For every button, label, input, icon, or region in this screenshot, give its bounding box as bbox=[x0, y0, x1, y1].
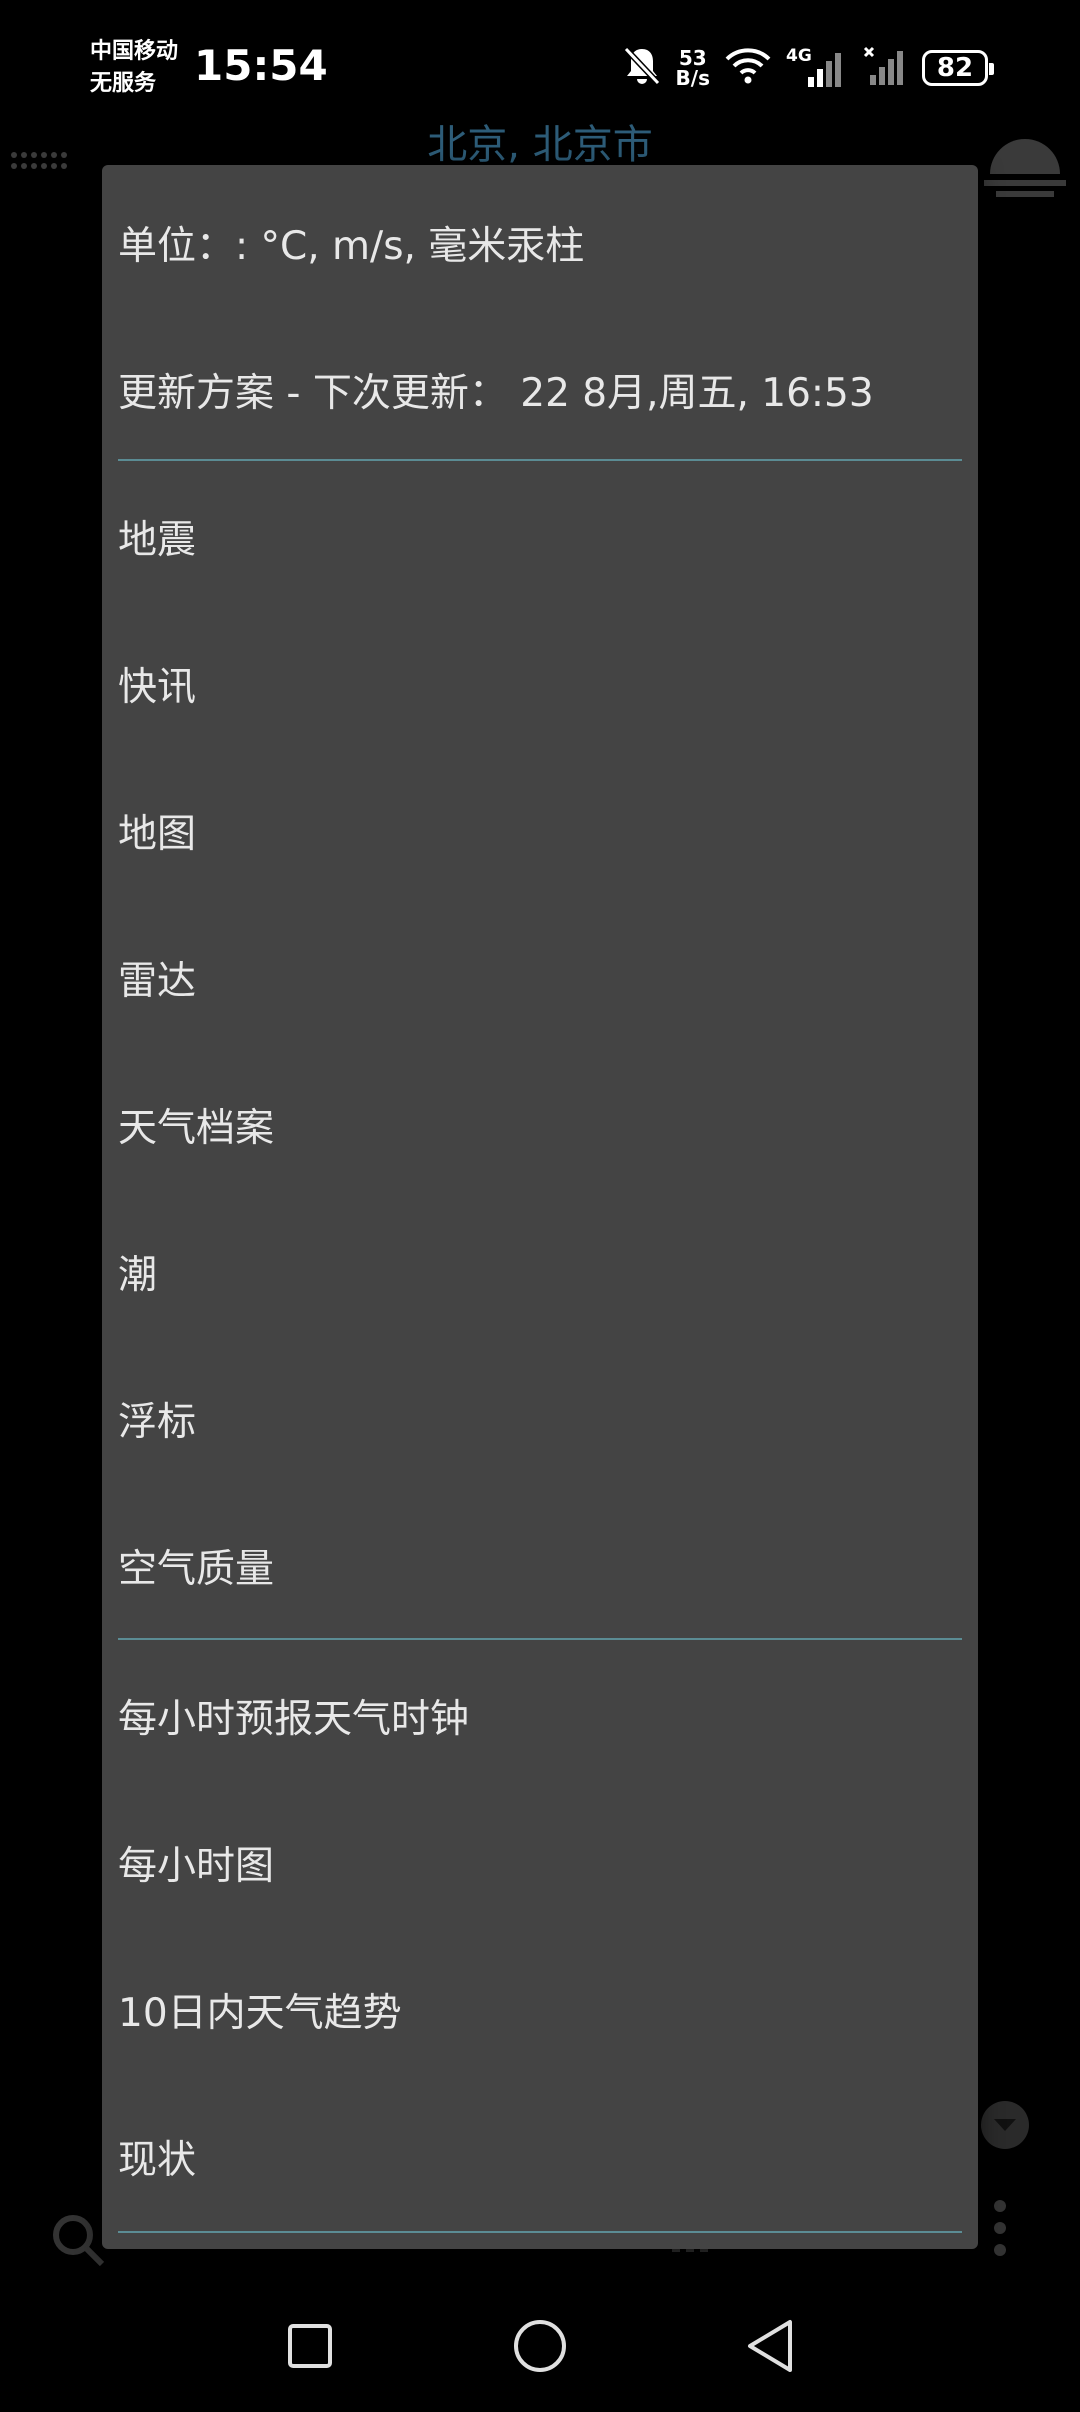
battery-level: 82 bbox=[936, 53, 974, 83]
status-icons: 53 B/s 4G 82 bbox=[622, 44, 994, 92]
location-title: 北京, 北京市 bbox=[427, 122, 653, 168]
menu-divider bbox=[118, 1638, 962, 1640]
net-speed: 53 B/s bbox=[676, 48, 710, 88]
menu-item-units[interactable]: 单位：: °C, m/s, 毫米汞柱 bbox=[102, 169, 978, 316]
menu-item-current-conditions[interactable]: 现状 bbox=[102, 2083, 978, 2230]
recents-square-icon[interactable] bbox=[270, 2306, 350, 2386]
menu-item-10day-trend[interactable]: 10日内天气趋势 bbox=[102, 1936, 978, 2083]
menu-item-earthquake[interactable]: 地震 bbox=[102, 463, 978, 610]
search-icon[interactable] bbox=[48, 2210, 108, 2274]
signal-4g-icon: 4G bbox=[786, 47, 848, 89]
bell-muted-icon bbox=[622, 45, 662, 91]
menu-item-radar[interactable]: 雷达 bbox=[102, 904, 978, 1051]
battery-icon: 82 bbox=[922, 50, 994, 86]
menu-divider bbox=[118, 459, 962, 461]
carrier-info: 中国移动 无服务 bbox=[90, 36, 178, 100]
net-speed-value: 53 bbox=[678, 46, 707, 70]
menu-item-buoys[interactable]: 浮标 bbox=[102, 1345, 978, 1492]
carrier-status: 无服务 bbox=[90, 71, 157, 96]
wifi-icon bbox=[724, 47, 772, 89]
status-bar: 中国移动 无服务 15:54 53 B/s 4G 82 bbox=[0, 0, 1080, 130]
status-clock: 15:54 bbox=[194, 41, 328, 90]
home-circle-icon[interactable] bbox=[500, 2306, 580, 2386]
more-vertical-icon[interactable] bbox=[988, 2196, 1012, 2264]
back-triangle-icon[interactable] bbox=[730, 2306, 810, 2386]
menu-item-map[interactable]: 地图 bbox=[102, 757, 978, 904]
sunset-icon[interactable] bbox=[982, 128, 1068, 208]
menu-item-air-quality[interactable]: 空气质量 bbox=[102, 1492, 978, 1639]
menu-item-update-schedule[interactable]: 更新方案 - 下次更新： 22 8月,周五, 16:53 bbox=[102, 316, 978, 463]
navigation-bar bbox=[0, 2280, 1080, 2412]
carrier-name: 中国移动 bbox=[90, 39, 179, 64]
net-speed-unit: B/s bbox=[675, 66, 710, 90]
overflow-menu: 单位：: °C, m/s, 毫米汞柱 更新方案 - 下次更新： 22 8月,周五… bbox=[102, 165, 978, 2249]
menu-item-hourly-chart[interactable]: 每小时图 bbox=[102, 1789, 978, 1936]
signal-no-service-icon bbox=[862, 45, 908, 91]
menu-item-hourly-clock[interactable]: 每小时预报天气时钟 bbox=[102, 1642, 978, 1789]
expand-chevron-icon[interactable] bbox=[980, 2100, 1030, 2154]
menu-item-weather-archive[interactable]: 天气档案 bbox=[102, 1051, 978, 1198]
grid-menu-icon[interactable] bbox=[10, 150, 72, 176]
menu-item-news[interactable]: 快讯 bbox=[102, 610, 978, 757]
menu-divider bbox=[118, 2231, 962, 2233]
menu-item-tides[interactable]: 潮 bbox=[102, 1198, 978, 1345]
